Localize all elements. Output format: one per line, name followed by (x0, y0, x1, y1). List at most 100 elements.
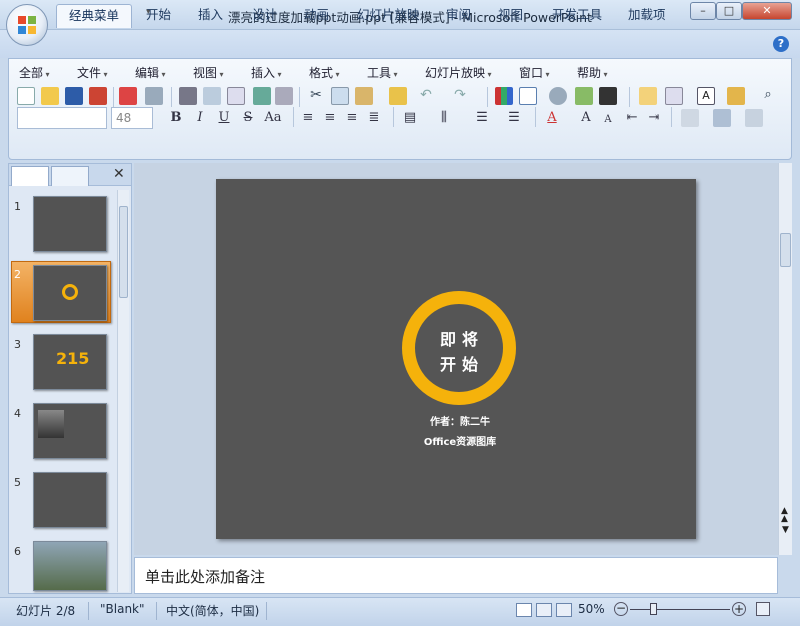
cut-icon[interactable]: ✂ (307, 87, 325, 105)
menu-slideshow[interactable]: 幻灯片放映 (425, 64, 492, 81)
tab-addins[interactable]: 加载项 (616, 4, 678, 28)
tab-classic-menu[interactable]: 经典菜单 (56, 4, 133, 28)
slides-tab[interactable] (11, 166, 49, 186)
menu-help[interactable]: 帮助 (577, 64, 608, 81)
help-icon[interactable]: ? (773, 36, 789, 52)
slide-scroll-thumb[interactable] (780, 233, 791, 267)
copy-icon[interactable] (331, 87, 349, 105)
slideshow-view-icon[interactable] (556, 603, 572, 617)
fill-color-icon[interactable] (599, 87, 617, 105)
tab-developer[interactable]: 开发工具 (540, 4, 614, 28)
zoom-slider-thumb[interactable] (650, 603, 657, 615)
picture-icon[interactable] (549, 87, 567, 105)
search-icon[interactable]: ⌕ (759, 87, 777, 105)
font-size-combo[interactable]: 48 (111, 107, 153, 129)
tab-review[interactable]: 审阅 (434, 4, 483, 28)
pdf-icon[interactable] (89, 87, 107, 105)
menu-tools[interactable]: 工具 (367, 64, 398, 81)
shrink-font-icon[interactable]: A (599, 111, 617, 129)
research-icon[interactable] (275, 87, 293, 105)
close-panel-icon[interactable]: ✕ (113, 166, 125, 182)
grow-font-icon[interactable]: A (577, 109, 595, 127)
tab-design[interactable]: 设计 (240, 4, 289, 28)
text-direction-icon[interactable]: ⫼ (435, 109, 453, 127)
save-icon-toolbar[interactable] (65, 87, 83, 105)
menu-file[interactable]: 文件 (77, 64, 108, 81)
print-icon[interactable] (179, 87, 197, 105)
menu-insert[interactable]: 插入 (251, 64, 282, 81)
maximize-button[interactable]: □ (716, 2, 742, 20)
menu-view[interactable]: 视图 (193, 64, 224, 81)
layout-icon[interactable] (665, 87, 683, 105)
chart-icon[interactable] (495, 87, 513, 105)
new-slide-icon[interactable] (639, 87, 657, 105)
slide-scrollbar[interactable]: ▲ ▲ ▼ (778, 163, 792, 555)
decrease-indent-icon[interactable]: ⇤ (623, 109, 641, 127)
folder-icon[interactable] (727, 87, 745, 105)
shapes-icon[interactable] (713, 109, 731, 127)
menu-all[interactable]: 全部 (19, 64, 50, 81)
font-name-combo[interactable] (17, 107, 107, 129)
permission-icon[interactable] (119, 87, 137, 105)
spelling-icon[interactable] (253, 87, 271, 105)
tab-insert[interactable]: 插入 (186, 4, 235, 28)
bullets-icon[interactable]: ☰ (505, 109, 523, 127)
columns-icon[interactable]: ▤ (401, 109, 419, 127)
italic-button[interactable]: I (191, 109, 209, 127)
format-painter-icon[interactable] (389, 87, 407, 105)
font-color-icon[interactable]: A (543, 109, 561, 127)
increase-indent-icon[interactable]: ⇥ (645, 109, 663, 127)
tab-home[interactable]: 开始 (134, 4, 183, 28)
slide-thumbnail-4[interactable] (33, 403, 107, 459)
align-left-icon[interactable]: ≡ (299, 109, 317, 127)
strikethrough-button[interactable]: S (239, 109, 257, 127)
slide-thumbnail-5[interactable] (33, 472, 107, 528)
arrange-icon[interactable] (681, 109, 699, 127)
panel-scroll-thumb[interactable] (119, 206, 128, 298)
prev-slide-icon[interactable]: ▲ ▲ (781, 507, 788, 524)
new-icon[interactable] (17, 87, 35, 105)
office-button[interactable] (6, 4, 48, 46)
next-slide-icon[interactable]: ▼ (782, 525, 789, 535)
tab-animation[interactable]: 动画 (292, 4, 341, 28)
minimize-button[interactable]: – (690, 2, 716, 20)
print-preview-icon[interactable] (203, 87, 221, 105)
undo-toolbar-icon[interactable]: ↶ (417, 87, 435, 105)
email-icon[interactable] (145, 87, 163, 105)
table-icon[interactable] (519, 87, 537, 105)
menu-edit[interactable]: 编辑 (135, 64, 166, 81)
justify-icon[interactable]: ≣ (365, 109, 383, 127)
fit-to-window-icon[interactable] (756, 602, 770, 616)
close-button[interactable]: ✕ (742, 2, 792, 20)
slide-thumbnail-1[interactable] (33, 196, 107, 252)
redo-toolbar-icon[interactable]: ↷ (451, 87, 469, 105)
change-case-button[interactable]: Aa (261, 109, 285, 127)
zoom-level[interactable]: 50% (578, 602, 605, 616)
paste-icon[interactable] (355, 87, 373, 105)
language-indicator[interactable]: 中文(简体，中国) (166, 602, 259, 619)
notes-pane[interactable]: 单击此处添加备注 (134, 557, 778, 594)
align-right-icon[interactable]: ≡ (343, 109, 361, 127)
tab-view[interactable]: 视图 (486, 4, 535, 28)
textbox-icon[interactable]: A (697, 87, 715, 105)
preview-icon[interactable] (227, 87, 245, 105)
menu-format[interactable]: 格式 (309, 64, 340, 81)
shape-outline-icon[interactable] (745, 109, 763, 127)
outline-tab[interactable] (51, 166, 89, 186)
tab-slideshow[interactable]: 幻灯片放映 (345, 4, 432, 28)
zoom-out-icon[interactable]: − (614, 602, 628, 616)
slide-sorter-icon[interactable] (536, 603, 552, 617)
slide-thumbnail-6[interactable] (33, 541, 107, 591)
clipart-icon[interactable] (575, 87, 593, 105)
menu-window[interactable]: 窗口 (519, 64, 550, 81)
align-center-icon[interactable]: ≡ (321, 109, 339, 127)
bold-button[interactable]: B (167, 109, 185, 127)
zoom-slider-track[interactable] (630, 609, 730, 610)
slide-thumbnail-2[interactable] (33, 265, 107, 321)
slide-thumbnail-3[interactable]: 215 (33, 334, 107, 390)
open-icon[interactable] (41, 87, 59, 105)
zoom-in-icon[interactable]: + (732, 602, 746, 616)
panel-scrollbar[interactable] (117, 190, 129, 592)
numbering-icon[interactable]: ☰ (473, 109, 491, 127)
normal-view-icon[interactable] (516, 603, 532, 617)
